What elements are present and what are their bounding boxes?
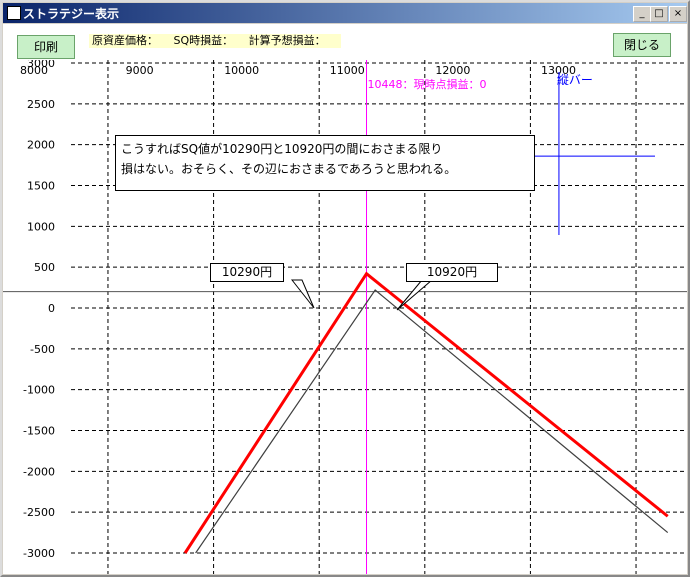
break-even-high-pointer — [396, 279, 434, 311]
maximize-button[interactable]: □ — [650, 6, 668, 22]
y-tick-label: -2000 — [23, 465, 55, 478]
y-tick-label: -500 — [30, 343, 55, 356]
x-tick-label: 11000 — [330, 64, 365, 77]
y-tick-label: 2500 — [27, 98, 55, 111]
underlying-price-label: 原資産価格： — [92, 34, 158, 47]
close-window-button[interactable]: × — [669, 6, 687, 22]
sq-pnl-line — [183, 271, 669, 554]
current-price-label: 10448：現時点損益：0 — [368, 77, 487, 91]
y-tick-label: -1000 — [23, 384, 55, 397]
x-tick-label: 10000 — [224, 64, 259, 77]
y-tick-label: -1500 — [23, 425, 55, 438]
break-even-high-label: 10920円 — [406, 263, 498, 282]
sq-pnl-label: SQ時損益： — [173, 34, 234, 47]
y-tick-label: 1500 — [27, 180, 55, 193]
y-tick-label: 3000 — [27, 60, 55, 70]
toolbar: 印刷 原資産価格： SQ時損益： 計算予想損益： 閉じる — [3, 24, 687, 60]
y-tick-label: 500 — [34, 261, 55, 274]
y-tick-label: 1000 — [27, 220, 55, 233]
y-tick-label: 0 — [48, 302, 55, 315]
break-even-low-label: 10290円 — [210, 263, 284, 282]
info-bar: 原資産価格： SQ時損益： 計算予想損益： — [89, 34, 341, 48]
minimize-button[interactable]: _ — [633, 6, 651, 22]
title-bar[interactable]: ストラテジー表示 _ □ × — [3, 3, 687, 23]
calc-expected-pnl-label: 計算予想損益： — [248, 34, 326, 47]
y-tick-label: -3000 — [23, 547, 55, 560]
calc-pnl-line — [195, 289, 669, 554]
close-button[interactable]: 閉じる — [613, 33, 671, 57]
vertical-bar-label: 縦バー — [557, 73, 593, 87]
app-icon — [7, 6, 21, 20]
strategy-window: ストラテジー表示 _ □ × 印刷 原資産価格： SQ時損益： 計算予想損益： … — [0, 0, 690, 577]
x-tick-label: 12000 — [435, 64, 470, 77]
y-tick-label: -2500 — [23, 506, 55, 519]
pnl-chart: 8000 9000 10000 11000 12000 13000 3000 2500 2000… — [3, 57, 687, 574]
print-button[interactable]: 印刷 — [17, 35, 75, 59]
strategy-note: こうすればSQ値が10290円と10920円の間におさまる限り 損はない。おそら… — [115, 135, 535, 191]
break-even-low-pointer — [290, 279, 315, 309]
x-tick-label: 9000 — [126, 64, 154, 77]
window-title: ストラテジー表示 — [23, 7, 120, 21]
y-tick-label: 2000 — [27, 139, 55, 152]
